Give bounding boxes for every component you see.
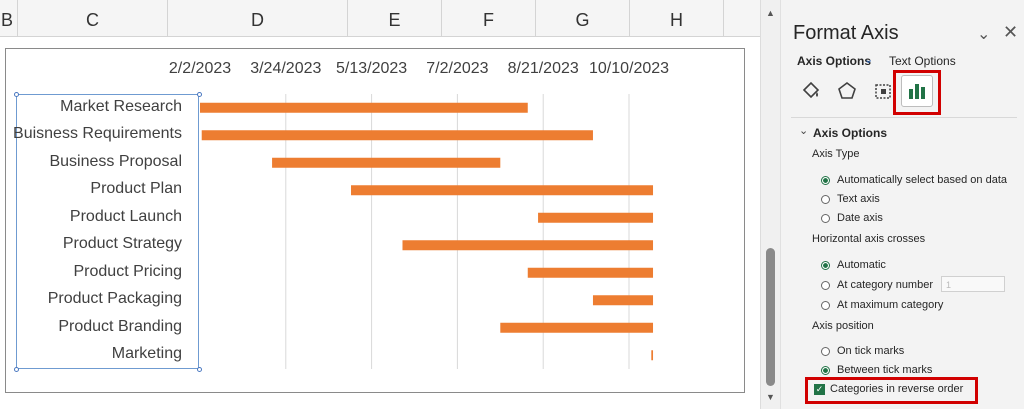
vertical-scrollbar[interactable]: ▲ ▼ [760,0,780,409]
radio-label: Date axis [837,212,883,224]
column-header-f[interactable]: F [442,0,536,36]
gantt-bar[interactable] [200,102,528,113]
format-axis-pane: Format Axis ⌄ ✕ Axis Options ⌄ Text Opti… [780,0,1024,409]
date-axis-label: 8/21/2023 [507,60,579,77]
radio-label: At category number [837,279,933,291]
radio-indicator[interactable] [821,300,830,310]
category-label: Product Launch [69,207,182,225]
category-label: Product Branding [58,317,182,335]
gantt-chart[interactable]: 2/2/2023 3/24/2023 5/13/2023 7/2/2023 8/21/2… [5,48,745,393]
close-icon[interactable]: ✕ [1003,22,1018,43]
radio-indicator[interactable] [821,194,830,204]
radio-label: Automatically select based on data [837,174,1007,186]
date-axis-label: 2/2/2023 [168,60,232,77]
gantt-bar[interactable] [201,130,593,141]
radio-indicator[interactable] [821,280,830,290]
category-label: Market Research [60,97,182,115]
pane-title: Format Axis [793,22,899,44]
gantt-bar[interactable] [527,267,654,278]
radio-on-tick-marks[interactable]: On tick marks [821,343,904,359]
gantt-bar[interactable] [351,185,654,196]
scroll-down-icon[interactable]: ▼ [766,392,775,402]
date-axis-label: 3/24/2023 [250,60,322,77]
radio-label: On tick marks [837,345,905,357]
category-label: Product Pricing [73,262,183,280]
radio-label: At maximum category [837,299,944,311]
gantt-bar[interactable] [592,295,654,306]
tab-axis-options[interactable]: Axis Options [797,54,871,68]
selection-handle[interactable] [14,367,19,372]
radio-between-tick-marks[interactable]: Between tick marks [821,362,932,378]
radio-indicator[interactable] [821,346,830,356]
date-axis-label: 10/10/2023 [588,60,670,77]
column-header-h[interactable]: H [630,0,724,36]
scroll-up-icon[interactable]: ▲ [766,8,775,18]
radio-label: Automatic [837,259,886,271]
category-label: Business Proposal [49,152,182,170]
selection-handle[interactable] [197,367,202,372]
radio-maximum-category[interactable]: At maximum category [821,297,943,313]
highlight-box-axis-options-icon [893,70,941,115]
fill-line-icon[interactable] [795,75,827,107]
category-label: Product Packaging [47,290,182,308]
effects-icon[interactable] [831,75,863,107]
axis-type-heading: Axis Type [812,148,860,160]
column-header-g[interactable]: G [536,0,630,36]
gantt-bar[interactable] [402,240,654,251]
date-axis-label: 7/2/2023 [426,60,489,77]
radio-category-number[interactable]: At category number [821,277,933,293]
column-header-b[interactable]: B [0,0,18,36]
axis-position-heading: Axis position [812,320,874,332]
column-header-row: B C D E F G H [0,0,760,37]
tab-text-options[interactable]: Text Options [889,54,956,68]
column-header-e[interactable]: E [348,0,442,36]
selection-handle[interactable] [14,92,19,97]
category-number-input[interactable]: 1 [941,276,1005,292]
chevron-down-icon[interactable]: ⌄ [864,53,873,66]
radio-indicator[interactable] [821,260,830,270]
column-header-d[interactable]: D [168,0,348,36]
radio-label: Text axis [837,193,880,205]
scroll-thumb[interactable] [766,248,775,386]
gantt-bar[interactable] [500,322,654,333]
date-axis-label: 5/13/2023 [336,60,408,77]
pane-options-chevron-icon[interactable]: ⌄ [977,24,990,44]
radio-text-axis[interactable]: Text axis [821,191,880,207]
radio-label: Between tick marks [837,364,933,376]
radio-indicator[interactable] [821,213,830,223]
radio-date-axis[interactable]: Date axis [821,210,883,226]
selection-handle[interactable] [197,92,202,97]
gantt-bar[interactable] [651,350,654,361]
gantt-bar[interactable] [538,212,654,223]
column-header-c[interactable]: C [18,0,168,36]
chevron-down-icon[interactable]: ⌄ [799,124,808,137]
category-label: Product Strategy [62,235,182,253]
spreadsheet-area: B C D E F G H 2/2/2023 3/24/2023 5/13/2023… [0,0,760,409]
highlight-box-reverse-order [805,377,978,404]
category-label: Product Plan [90,180,182,198]
category-label: Marketing [111,345,182,363]
gantt-bar[interactable] [272,157,501,168]
radio-automatic-date[interactable]: Automatically select based on data [821,172,1007,188]
radio-indicator[interactable] [821,365,830,375]
radio-crosses-automatic[interactable]: Automatic [821,257,886,273]
radio-indicator[interactable] [821,175,830,185]
section-axis-options[interactable]: Axis Options [813,126,887,140]
divider [791,117,1017,118]
axis-crosses-heading: Horizontal axis crosses [812,233,926,245]
category-label: Buisness Requirements [13,125,182,143]
